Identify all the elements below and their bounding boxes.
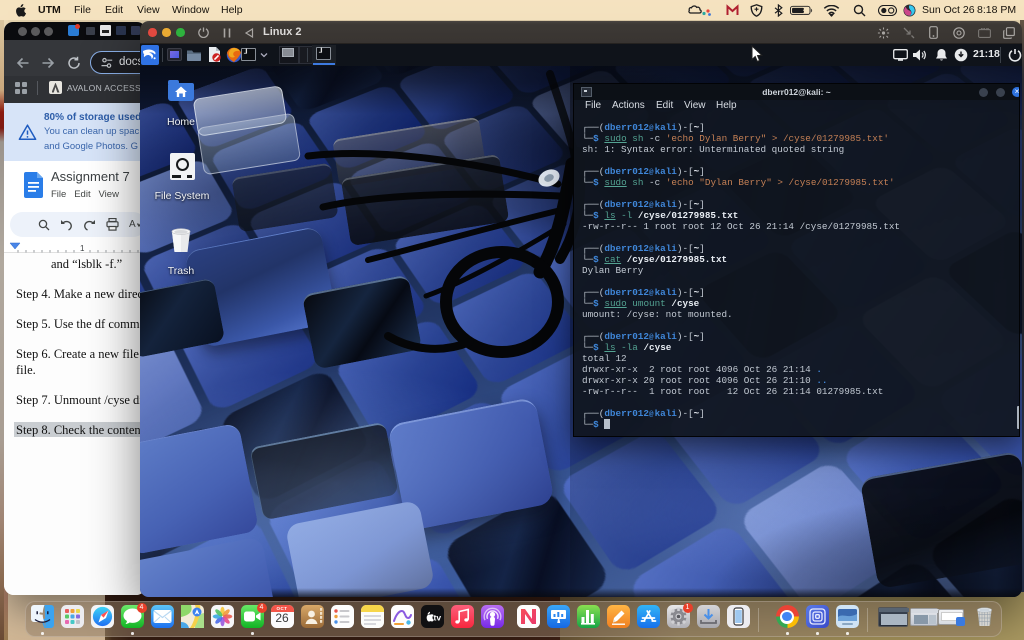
svg-text:A: A — [129, 219, 136, 230]
svg-text:1: 1 — [80, 244, 85, 253]
svg-text:tv: tv — [433, 613, 441, 623]
